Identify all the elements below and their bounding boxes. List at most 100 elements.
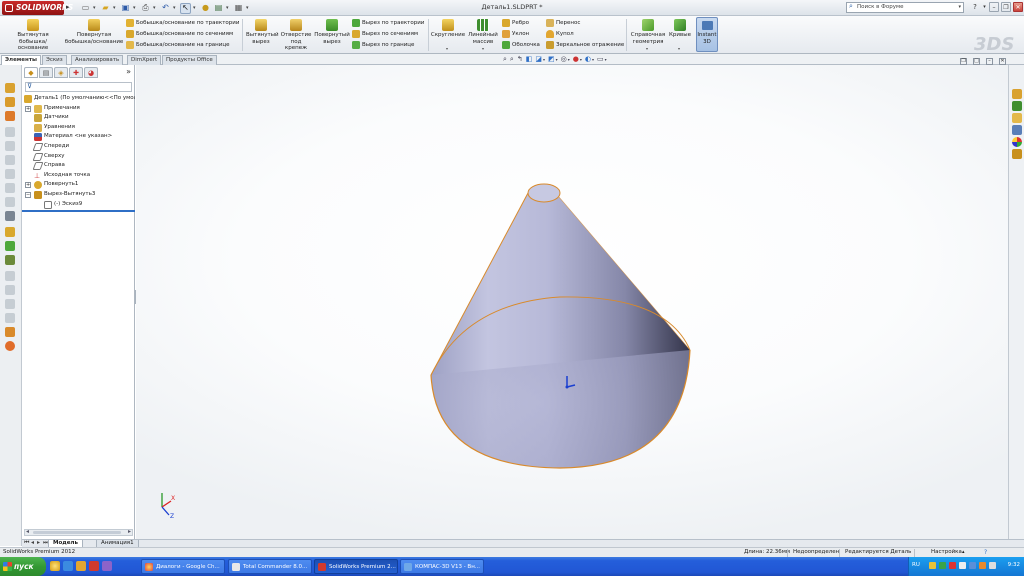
taskbar-window-solidworks[interactable]: SolidWorks Premium 2...: [314, 559, 398, 574]
tab-sketch[interactable]: Эскиз: [42, 55, 67, 65]
tree-filter-input[interactable]: ⊽: [25, 82, 132, 92]
clock[interactable]: 9:32: [1008, 562, 1020, 568]
strip-section-icon[interactable]: [5, 299, 15, 309]
strip-fillet-icon[interactable]: [5, 227, 15, 237]
start-button[interactable]: пуск: [0, 557, 46, 576]
tree-root[interactable]: Деталь1 (По умолчанию<<По умолчанию>): [22, 94, 135, 104]
settings-dropdown-icon[interactable]: ▴: [962, 548, 965, 557]
property-manager-tab-icon[interactable]: ▤: [39, 67, 53, 78]
tree-item-sensors[interactable]: Датчики: [22, 113, 135, 123]
model-viewport[interactable]: X Z: [136, 65, 1008, 546]
next-tab-icon[interactable]: ▸: [37, 539, 40, 546]
tray-icon[interactable]: [949, 562, 956, 569]
tab-features[interactable]: Элементы: [1, 55, 41, 65]
edit-appearance-icon[interactable]: ●: [573, 56, 579, 63]
extruded-boss-button[interactable]: Вытянутая бобышка/основание: [4, 19, 62, 52]
tree-item-material[interactable]: Материал <не указан>: [22, 132, 135, 142]
graphics-area[interactable]: X Z: [136, 65, 1008, 546]
view-orientation-dropdown-icon[interactable]: ▾: [543, 57, 545, 62]
apply-scene-icon[interactable]: ◐: [585, 56, 591, 63]
tray-icon[interactable]: [959, 562, 966, 569]
display-style-icon[interactable]: ◩: [548, 56, 555, 63]
configuration-manager-tab-icon[interactable]: ◈: [54, 67, 68, 78]
help-status-icon[interactable]: ?: [984, 548, 987, 557]
strip-extrude-icon[interactable]: [5, 83, 15, 93]
tree-item-front-plane[interactable]: Спереди: [22, 142, 135, 152]
app-quicklaunch-icon[interactable]: [102, 561, 112, 571]
viewport-minimize-icon[interactable]: –: [986, 58, 993, 65]
draft-button[interactable]: Уклон: [502, 29, 529, 39]
close-button[interactable]: ✕: [1013, 2, 1023, 12]
display-style-dropdown-icon[interactable]: ▾: [556, 57, 558, 62]
wrap-button[interactable]: Перенос: [546, 18, 580, 28]
shell-button[interactable]: Оболочка: [502, 40, 540, 50]
design-library-icon[interactable]: [1012, 101, 1022, 111]
desktop-quicklaunch-icon[interactable]: [63, 561, 73, 571]
section-view-icon[interactable]: ◧: [526, 56, 533, 63]
curves-button[interactable]: Кривые: [668, 19, 692, 39]
prev-tab-icon[interactable]: ◂: [31, 539, 34, 546]
ref-geometry-dropdown-icon[interactable]: ▾: [646, 46, 648, 51]
strip-appearance-icon[interactable]: [5, 327, 15, 337]
language-indicator[interactable]: RU: [912, 562, 920, 568]
tree-item-revolve1[interactable]: + Повернуть1: [22, 180, 135, 190]
instant3d-button[interactable]: Instant 3D: [696, 17, 718, 52]
explorer-quicklaunch-icon[interactable]: [76, 561, 86, 571]
view-settings-icon[interactable]: ▭: [597, 56, 604, 63]
tray-icon[interactable]: [929, 562, 936, 569]
expand-icon[interactable]: +: [25, 105, 31, 112]
reference-geometry-button[interactable]: Справочная геометрия: [630, 19, 666, 45]
previous-view-icon[interactable]: ↰: [517, 56, 523, 63]
tree-horizontal-scrollbar[interactable]: ◂ ▸: [24, 528, 133, 536]
search-dropdown-icon[interactable]: ▾: [958, 3, 961, 12]
minimize-button[interactable]: –: [989, 2, 999, 12]
fillet-dropdown-icon[interactable]: ▾: [446, 46, 448, 51]
strip-curvature-icon[interactable]: [5, 313, 15, 323]
cone-model[interactable]: [430, 183, 691, 469]
first-tab-icon[interactable]: ⏮: [24, 539, 29, 547]
view-orientation-icon[interactable]: ◪: [535, 56, 542, 63]
strip-mass-icon[interactable]: [5, 285, 15, 295]
tray-icon[interactable]: [969, 562, 976, 569]
tree-item-cut-extrude3[interactable]: − Вырез-Вытянуть3: [22, 190, 135, 200]
solidworks-resources-icon[interactable]: [1012, 89, 1022, 99]
curves-dropdown-icon[interactable]: ▾: [678, 46, 680, 51]
revolved-cut-button[interactable]: Повернутый вырез: [314, 19, 350, 45]
appearance-dropdown-icon[interactable]: ▾: [580, 57, 582, 62]
strip-render-icon[interactable]: [5, 341, 15, 351]
tray-icon[interactable]: [939, 562, 946, 569]
zoom-to-area-icon[interactable]: ⌕: [510, 56, 514, 63]
expand-icon[interactable]: +: [25, 182, 31, 189]
tree-item-equations[interactable]: Уравнения: [22, 123, 135, 133]
boundary-cut-button[interactable]: Вырез по границе: [352, 40, 414, 50]
linear-pattern-button[interactable]: Линейный массив: [468, 19, 498, 45]
strip-arc-icon[interactable]: [5, 183, 15, 193]
taskbar-window-chrome[interactable]: Диалоги - Google Ch...: [141, 559, 225, 574]
boundary-boss-button[interactable]: Бобышка/основание на границе: [126, 40, 229, 50]
strip-rect-icon[interactable]: [5, 155, 15, 165]
feature-tree-tab-icon[interactable]: ◆: [24, 67, 38, 78]
strip-pattern-icon[interactable]: [5, 255, 15, 265]
revolved-boss-button[interactable]: Повернутая бобышка/основание: [64, 19, 124, 45]
strip-shell-icon[interactable]: [5, 241, 15, 251]
taskbar-window-total-commander[interactable]: Total Commander 8.0...: [228, 559, 312, 574]
more-tabs-icon[interactable]: »: [126, 67, 131, 76]
lofted-boss-button[interactable]: Бобышка/основание по сечениям: [126, 29, 233, 39]
scroll-right-icon[interactable]: ▸: [128, 528, 131, 535]
volume-icon[interactable]: [989, 562, 996, 569]
tab-dimxpert[interactable]: DimXpert: [127, 55, 162, 65]
custom-properties-icon[interactable]: [1012, 149, 1022, 159]
tab-evaluate[interactable]: Анализировать: [71, 55, 124, 65]
swept-boss-button[interactable]: Бобышка/основание по траектории: [126, 18, 239, 28]
status-settings[interactable]: Настройка: [931, 548, 962, 557]
extruded-cut-button[interactable]: Вытянутый вырез: [246, 19, 279, 45]
rib-button[interactable]: Ребро: [502, 18, 529, 28]
strip-boss-icon[interactable]: [5, 111, 15, 121]
scroll-thumb[interactable]: [33, 531, 121, 534]
scene-dropdown-icon[interactable]: ▾: [592, 57, 594, 62]
pattern-dropdown-icon[interactable]: ▾: [482, 46, 484, 51]
search-input[interactable]: ⌕ Поиск в Форуме ▾: [846, 2, 964, 13]
tab-office-products[interactable]: Продукты Office: [162, 55, 217, 65]
strip-dimension-icon[interactable]: [5, 211, 15, 221]
tree-item-right-plane[interactable]: Справа: [22, 161, 135, 171]
